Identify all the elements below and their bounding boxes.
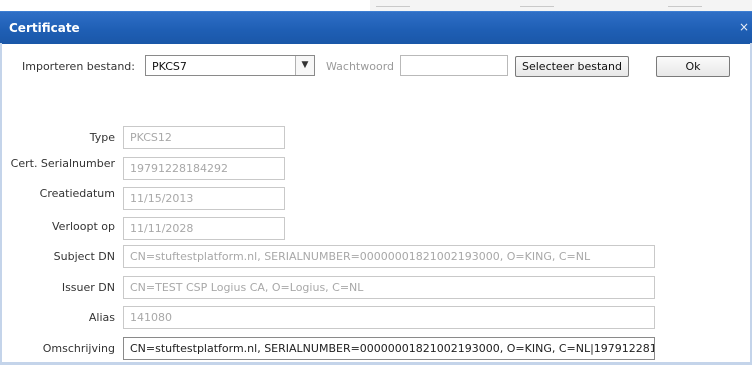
select-file-button[interactable]: Selecteer bestand (515, 56, 629, 77)
ok-button[interactable]: Ok (656, 56, 730, 77)
divider (376, 6, 410, 7)
chevron-down-icon[interactable]: ▼ (295, 56, 314, 75)
subject-dn-label: Subject DN (53, 250, 115, 263)
issuer-dn-label: Issuer DN (61, 281, 115, 294)
type-label: Type (89, 131, 115, 144)
alias-label: Alias (88, 311, 115, 324)
serialnumber-field: 19791228184292 (123, 157, 285, 180)
password-label: Wachtwoord (326, 60, 395, 73)
dialog-title: Certificate (9, 21, 80, 35)
background-window-strip (370, 0, 752, 11)
type-field: PKCS12 (123, 126, 285, 149)
divider (668, 6, 702, 7)
certificate-dialog: Certificate × Importeren bestand: PKCS7 … (0, 0, 752, 365)
subject-dn-field: CN=stuftestplatform.nl, SERIALNUMBER=000… (123, 245, 655, 268)
expiry-date-field: 11/11/2028 (123, 217, 285, 240)
expiry-date-label: Verloopt op (52, 220, 115, 233)
serialnumber-label: Cert. Serialnumber (10, 157, 115, 170)
password-input[interactable] (400, 55, 508, 76)
alias-field: 141080 (123, 306, 655, 329)
creation-date-label: Creatiedatum (39, 187, 115, 200)
dialog-titlebar: Certificate × (0, 11, 752, 44)
divider (520, 6, 554, 7)
description-input[interactable]: CN=stuftestplatform.nl, SERIALNUMBER=000… (123, 337, 655, 360)
creation-date-field: 11/15/2013 (123, 187, 285, 210)
import-file-label: Importeren bestand: (22, 60, 135, 73)
issuer-dn-field: CN=TEST CSP Logius CA, O=Logius, C=NL (123, 276, 655, 299)
format-select-value: PKCS7 (152, 60, 187, 73)
format-select[interactable]: PKCS7 ▼ (145, 55, 315, 76)
close-icon[interactable]: × (737, 19, 751, 35)
description-label: Omschrijving (42, 342, 115, 355)
